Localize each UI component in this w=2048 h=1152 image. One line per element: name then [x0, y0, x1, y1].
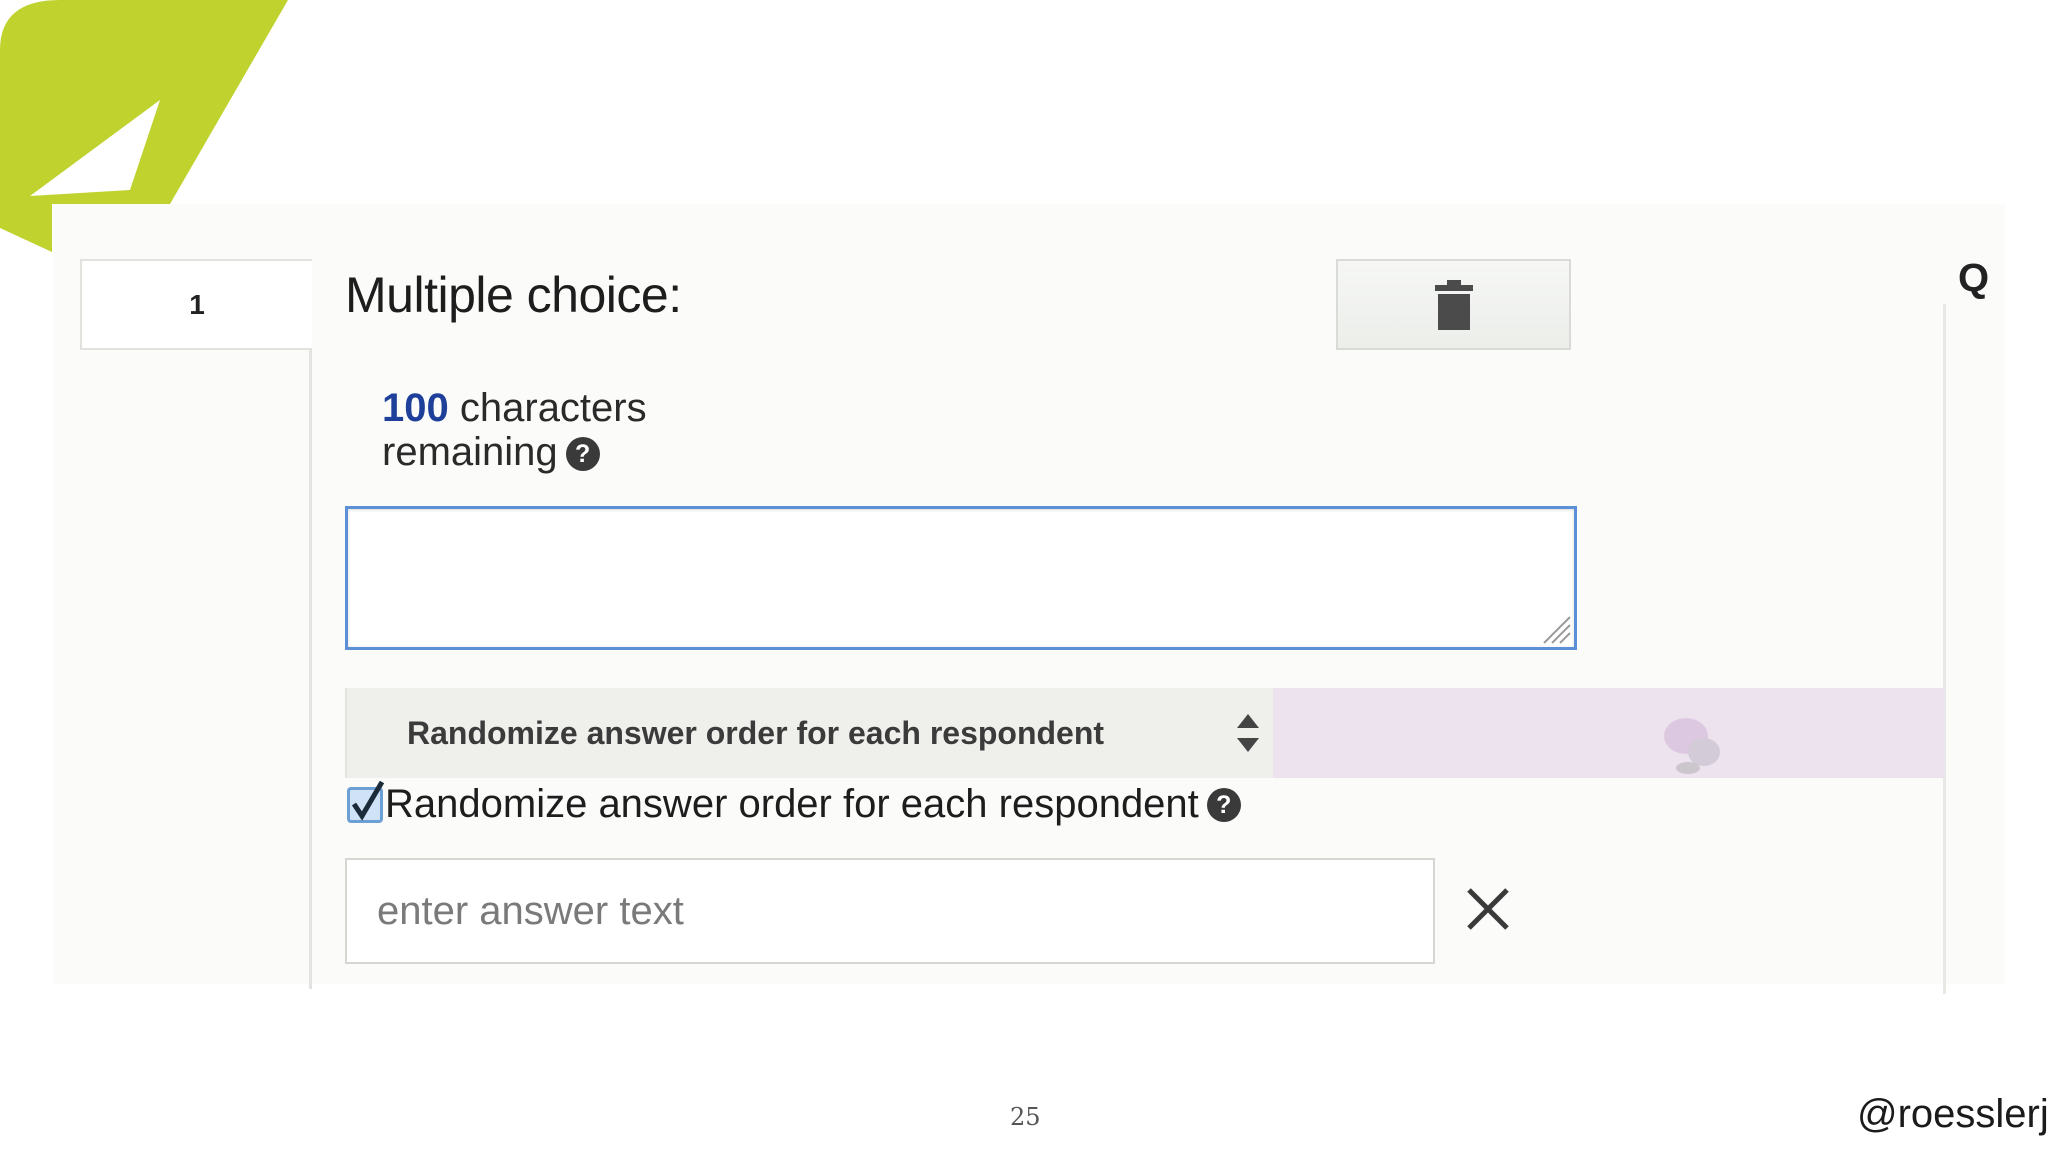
divider: [309, 349, 312, 989]
select-arrows-icon: [1237, 714, 1259, 752]
counter-text: characters: [459, 386, 647, 430]
counter-text: remaining: [382, 430, 558, 474]
answer-text-input[interactable]: [345, 858, 1435, 964]
close-icon[interactable]: [1463, 884, 1513, 934]
divider: [1943, 304, 1946, 994]
randomize-checkbox-label: Randomize answer order for each responde…: [385, 782, 1199, 826]
cursor-smudge: [1664, 718, 1720, 774]
question-number: 1: [80, 259, 312, 350]
randomize-checkbox[interactable]: [347, 780, 385, 823]
slide-page-number: 25: [1010, 1103, 1041, 1131]
survey-editor-screenshot: 1 Multiple choice: Q 100 characters rema…: [53, 204, 2005, 994]
select-value: Randomize answer order for each responde…: [407, 714, 1105, 751]
checkmark-icon: [351, 780, 385, 821]
delete-question-button[interactable]: [1336, 259, 1571, 350]
slide: 1 Multiple choice: Q 100 characters rema…: [0, 0, 2048, 1152]
trash-icon: [1434, 279, 1473, 330]
question-type-title: Multiple choice:: [345, 267, 682, 323]
next-column-label: Q: [1958, 256, 1990, 300]
question-text-field[interactable]: [345, 506, 1577, 650]
counter-value: 100: [382, 386, 449, 430]
resize-handle-icon[interactable]: [1538, 611, 1572, 645]
randomize-checkbox-row[interactable]: Randomize answer order for each responde…: [347, 780, 1241, 827]
author-handle: @roesslerj: [1857, 1092, 2048, 1136]
help-icon[interactable]: ?: [1206, 787, 1241, 822]
randomize-select[interactable]: Randomize answer order for each responde…: [345, 688, 1273, 778]
help-icon[interactable]: ?: [565, 437, 600, 472]
character-counter: 100 characters remaining?: [382, 386, 647, 474]
